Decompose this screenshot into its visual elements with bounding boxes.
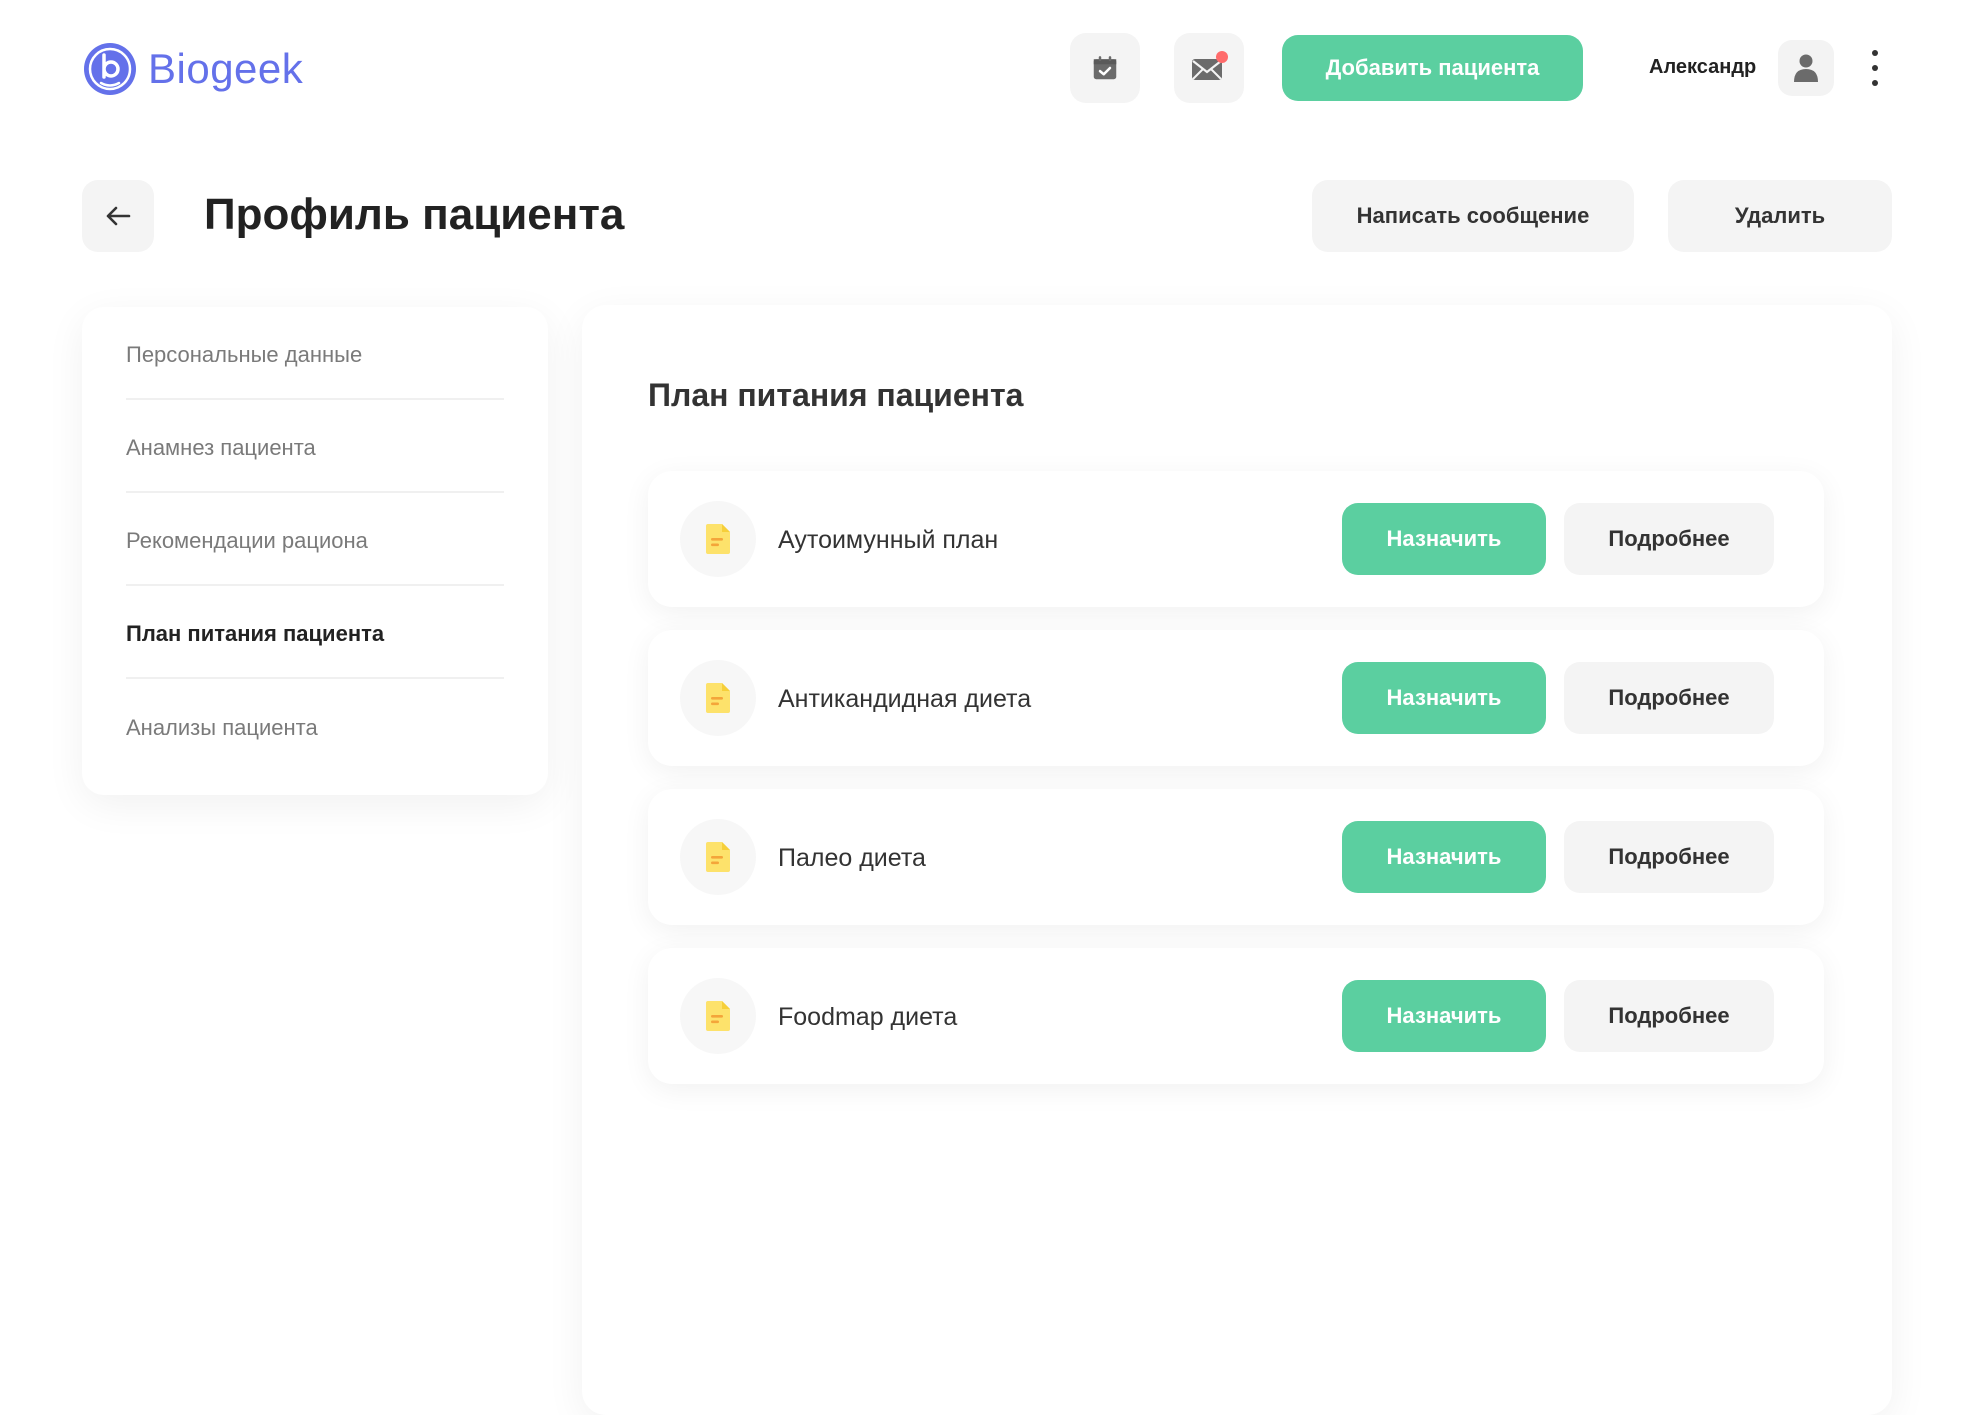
side-item-anamnesis[interactable]: Анамнез пациента xyxy=(126,400,504,493)
mail-button[interactable] xyxy=(1174,33,1244,103)
assign-button[interactable]: Назначить xyxy=(1342,980,1546,1052)
arrow-left-icon xyxy=(106,206,131,226)
details-button[interactable]: Подробнее xyxy=(1564,821,1774,893)
brand-name: Biogeek xyxy=(148,45,304,92)
section-title: План питания пациента xyxy=(648,377,1024,413)
biogeek-logo-icon xyxy=(84,43,136,95)
side-item-personal-data[interactable]: Персональные данные xyxy=(126,307,504,400)
plan-card: Палео диета Назначить Подробнее xyxy=(648,789,1824,925)
main-panel: План питания пациента Аутоимунный план Н… xyxy=(582,305,1892,1415)
assign-button[interactable]: Назначить xyxy=(1342,821,1546,893)
page-title: Профиль пациента xyxy=(204,190,625,239)
avatar[interactable] xyxy=(1778,40,1834,96)
plan-list: Аутоимунный план Назначить Подробнее Ант… xyxy=(648,471,1824,1107)
document-icon xyxy=(680,819,756,895)
profile-side-menu: Персональные данные Анамнез пациента Рек… xyxy=(82,307,548,795)
assign-button[interactable]: Назначить xyxy=(1342,503,1546,575)
details-button[interactable]: Подробнее xyxy=(1564,662,1774,734)
notification-dot xyxy=(1216,51,1228,63)
plan-title: Палео диета xyxy=(778,844,926,872)
document-icon xyxy=(680,501,756,577)
more-vertical-icon[interactable] xyxy=(1862,50,1888,86)
send-message-button[interactable]: Написать сообщение xyxy=(1312,180,1634,252)
side-item-diet-recommendations[interactable]: Рекомендации рациона xyxy=(126,493,504,586)
add-patient-button[interactable]: Добавить пациента xyxy=(1282,35,1583,101)
plan-title: Аутоимунный план xyxy=(778,526,999,554)
details-button[interactable]: Подробнее xyxy=(1564,503,1774,575)
mail-icon xyxy=(1192,51,1228,80)
plan-card: Антикандидная диета Назначить Подробнее xyxy=(648,630,1824,766)
side-item-meal-plan[interactable]: План питания пациента xyxy=(126,586,504,679)
side-item-tests[interactable]: Анализы пациента xyxy=(126,679,504,772)
document-icon xyxy=(680,978,756,1054)
document-icon xyxy=(680,660,756,736)
delete-button[interactable]: Удалить xyxy=(1668,180,1892,252)
plan-card: Foodmap диета Назначить Подробнее xyxy=(648,948,1824,1084)
assign-button[interactable]: Назначить xyxy=(1342,662,1546,734)
details-button[interactable]: Подробнее xyxy=(1564,980,1774,1052)
plan-title: Антикандидная диета xyxy=(778,685,1032,713)
logo[interactable]: Biogeek xyxy=(82,41,303,97)
calendar-button[interactable] xyxy=(1070,33,1140,103)
calendar-check-icon xyxy=(1093,56,1117,80)
user-name[interactable]: Александр xyxy=(1649,56,1756,79)
user-icon xyxy=(1794,54,1818,82)
back-button[interactable] xyxy=(82,180,154,252)
plan-title: Foodmap диета xyxy=(778,1003,958,1031)
plan-card: Аутоимунный план Назначить Подробнее xyxy=(648,471,1824,607)
